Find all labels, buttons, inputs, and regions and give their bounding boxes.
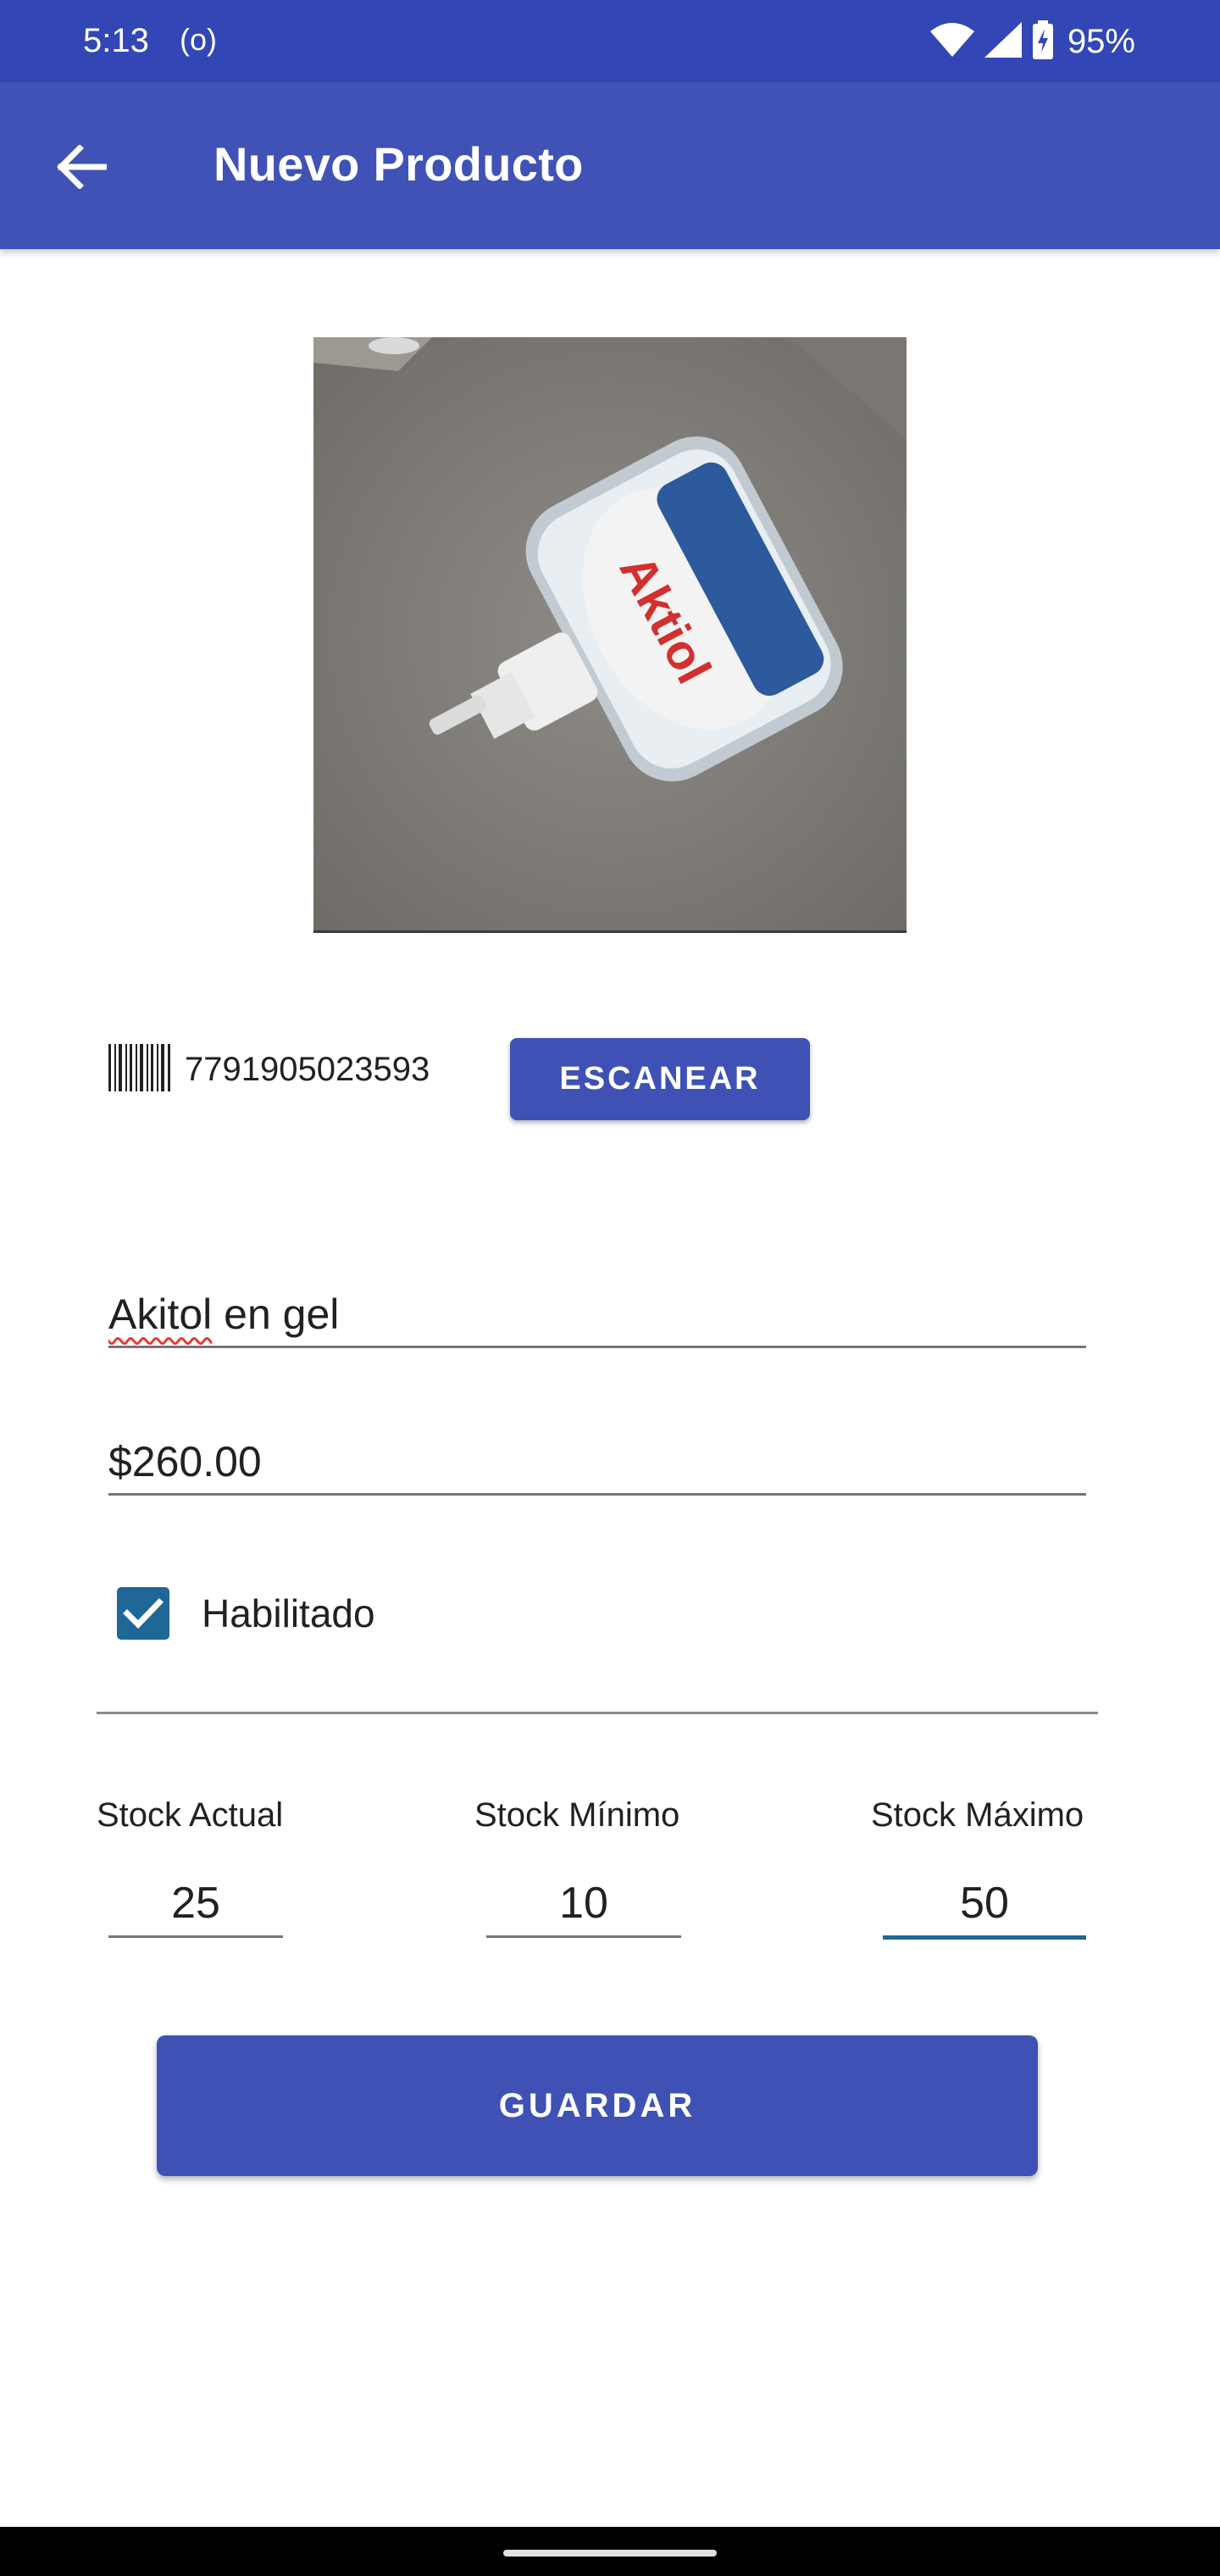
battery-percent: 95% xyxy=(1067,22,1135,60)
page-title: Nuevo Producto xyxy=(214,137,584,191)
product-name-rest: en gel xyxy=(212,1291,340,1338)
stock-min-label: Stock Mínimo xyxy=(474,1796,680,1834)
stock-max-value: 50 xyxy=(960,1879,1009,1928)
stock-min-value: 10 xyxy=(559,1879,608,1928)
back-button[interactable] xyxy=(41,128,122,209)
enabled-checkbox[interactable]: Habilitado xyxy=(117,1586,375,1641)
stock-current-value: 25 xyxy=(171,1879,220,1928)
stock-min-input[interactable]: 10 xyxy=(486,1859,681,1938)
cast-indicator: (o) xyxy=(180,22,217,57)
save-button[interactable]: GUARDAR xyxy=(157,2035,1038,2176)
divider xyxy=(97,1712,1098,1714)
cell-signal-icon xyxy=(984,21,1022,62)
product-name-field[interactable]: Akitol en gel xyxy=(108,1278,1086,1348)
product-photo: Aktiol xyxy=(313,337,907,930)
status-time: 5:13 xyxy=(83,22,149,59)
home-gesture-handle[interactable] xyxy=(503,2550,717,2557)
stock-max-label: Stock Máximo xyxy=(871,1796,1084,1834)
navigation-bar xyxy=(0,2527,1220,2576)
stock-current-input[interactable]: 25 xyxy=(108,1859,283,1938)
product-price-value: $260.00 xyxy=(108,1438,262,1485)
battery-charging-icon xyxy=(1032,19,1054,64)
app-bar: Nuevo Producto xyxy=(0,82,1220,249)
product-name-value: Akitol en gel xyxy=(108,1290,339,1339)
status-icons: 95% xyxy=(929,19,1135,64)
arrow-back-icon xyxy=(56,143,108,193)
stock-current-label: Stock Actual xyxy=(97,1796,284,1834)
status-bar: 5:13 (o) 95% xyxy=(0,0,1220,82)
product-image[interactable]: Aktiol xyxy=(313,337,907,933)
enabled-label: Habilitado xyxy=(202,1591,375,1635)
product-price-field[interactable]: $260.00 xyxy=(108,1425,1086,1496)
wifi-icon xyxy=(929,22,974,61)
barcode-value: 7791905023593 xyxy=(185,1050,430,1088)
misspelled-word: Akitol xyxy=(108,1291,213,1338)
scan-button[interactable]: ESCANEAR xyxy=(510,1038,810,1120)
barcode-icon xyxy=(108,1043,171,1096)
barcode-row: 7791905023593 xyxy=(108,1043,430,1096)
checkbox-checked-icon[interactable] xyxy=(117,1587,169,1640)
stock-max-input[interactable]: 50 xyxy=(883,1859,1086,1940)
